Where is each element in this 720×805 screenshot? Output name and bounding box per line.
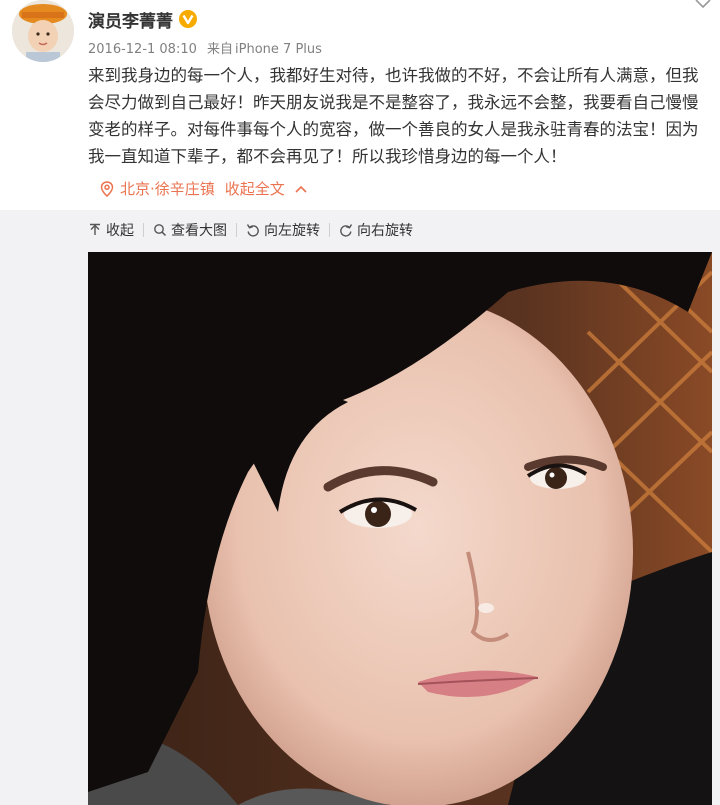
view-large-label: 查看大图 bbox=[171, 223, 227, 239]
author-name[interactable]: 演员李菁菁 bbox=[88, 7, 173, 32]
post-source: iPhone 7 Plus bbox=[235, 42, 322, 57]
rotate-left-icon bbox=[246, 224, 259, 237]
collapse-button[interactable]: 收起 bbox=[88, 220, 134, 240]
image-toolbar: 收起 查看大图 向左旋转 向右旋转 bbox=[88, 218, 413, 242]
rotate-right-label: 向右旋转 bbox=[357, 223, 413, 239]
rotate-left-button[interactable]: 向左旋转 bbox=[246, 220, 320, 240]
location-link[interactable]: 北京·徐辛庄镇 bbox=[120, 178, 215, 199]
v-badge-icon bbox=[179, 10, 197, 28]
rotate-right-icon bbox=[340, 224, 353, 237]
collapse-label: 收起 bbox=[106, 223, 134, 239]
toolbar-divider bbox=[329, 223, 330, 237]
post-photo[interactable] bbox=[88, 252, 712, 805]
chevron-up-icon[interactable] bbox=[295, 185, 307, 193]
view-large-button[interactable]: 查看大图 bbox=[153, 220, 227, 240]
collapse-full-text-link[interactable]: 收起全文 bbox=[225, 178, 285, 199]
post-content: 来到我身边的每一个人，我都好生对待，也许我做的不好，不会让所有人满意，但我会尽力… bbox=[88, 66, 699, 166]
rotate-left-label: 向左旋转 bbox=[264, 223, 320, 239]
chevron-down-icon[interactable] bbox=[694, 0, 712, 10]
selfie-image bbox=[88, 252, 712, 805]
post-timestamp[interactable]: 2016-12-1 08:10 bbox=[88, 42, 197, 57]
toolbar-divider bbox=[143, 223, 144, 237]
source-prefix: 来自 bbox=[207, 42, 234, 57]
rotate-right-button[interactable]: 向右旋转 bbox=[339, 220, 413, 240]
avatar[interactable] bbox=[12, 0, 74, 62]
location-pin-icon bbox=[100, 180, 114, 197]
post-meta: 2016-12-1 08:10 来自 iPhone 7 Plus bbox=[88, 38, 322, 57]
toolbar-divider bbox=[236, 223, 237, 237]
search-icon bbox=[154, 224, 167, 237]
collapse-up-icon bbox=[90, 223, 100, 235]
location-row: 北京·徐辛庄镇 收起全文 bbox=[100, 178, 307, 199]
weibo-post: 演员李菁菁 2016-12-1 08:10 来自 iPhone 7 Plus 来到… bbox=[0, 0, 720, 210]
